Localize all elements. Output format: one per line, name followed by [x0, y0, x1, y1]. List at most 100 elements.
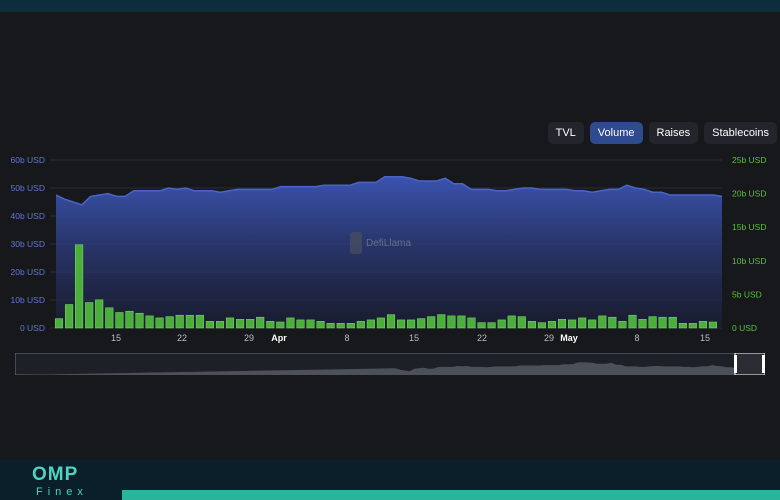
- volume-bar: [286, 317, 295, 329]
- x-tick-label: 22: [177, 333, 187, 343]
- volume-bar: [326, 323, 335, 329]
- y-left-tick-label: 30b USD: [11, 239, 46, 249]
- volume-bar: [316, 321, 325, 329]
- volume-bar: [85, 302, 94, 329]
- volume-bar: [447, 315, 456, 329]
- tab-stablecoins[interactable]: Stablecoins: [704, 122, 777, 144]
- brush-handle-left[interactable]: [734, 355, 737, 373]
- volume-bar: [457, 315, 466, 329]
- y-right-tick-label: 0 USD: [732, 323, 757, 333]
- brand-subtitle: Finex: [36, 486, 88, 498]
- volume-bar: [366, 319, 375, 329]
- volume-bar: [397, 319, 406, 329]
- volume-bar: [467, 317, 476, 329]
- llama-icon: [350, 232, 362, 254]
- chart-tabs: TVL Volume Raises Stablecoins: [547, 122, 777, 144]
- volume-bar: [708, 321, 717, 329]
- volume-bar: [195, 314, 204, 329]
- volume-bar: [215, 321, 225, 329]
- volume-bar: [225, 317, 235, 329]
- x-tick-label: Apr: [271, 333, 287, 343]
- y-left-tick-label: 10b USD: [11, 295, 46, 305]
- y-left-tick-label: 40b USD: [11, 211, 46, 221]
- y-right-tick-label: 5b USD: [732, 289, 762, 299]
- range-brush[interactable]: [15, 353, 765, 375]
- volume-bar: [598, 315, 607, 329]
- volume-bar: [175, 314, 184, 329]
- volume-bar: [407, 319, 416, 329]
- volume-bar: [578, 317, 587, 329]
- volume-bar: [125, 310, 134, 329]
- volume-bar: [517, 316, 526, 329]
- y-right-tick-label: 10b USD: [732, 256, 767, 266]
- x-tick-label: 15: [111, 333, 121, 343]
- volume-bar: [568, 319, 577, 329]
- volume-bar: [266, 321, 275, 329]
- volume-bar: [628, 314, 637, 329]
- volume-bar: [306, 319, 315, 329]
- volume-bar: [527, 321, 536, 329]
- volume-bar: [547, 321, 557, 329]
- volume-bar: [588, 319, 597, 329]
- volume-bar: [437, 314, 446, 329]
- brush-handle-right[interactable]: [762, 355, 765, 373]
- volume-bar: [668, 316, 677, 329]
- volume-bar: [236, 319, 245, 329]
- volume-bar: [276, 321, 285, 329]
- volume-bar: [477, 322, 486, 329]
- volume-bar: [75, 244, 84, 329]
- x-tick-label: 15: [700, 333, 710, 343]
- volume-bar: [135, 312, 144, 329]
- volume-bar: [95, 299, 104, 329]
- volume-bar: [246, 319, 255, 329]
- volume-bar: [205, 321, 214, 329]
- tab-raises[interactable]: Raises: [648, 122, 699, 144]
- volume-bar: [346, 323, 355, 329]
- y-right-tick-label: 15b USD: [732, 222, 767, 232]
- x-tick-label: 22: [477, 333, 487, 343]
- tab-tvl[interactable]: TVL: [547, 122, 584, 144]
- tab-volume[interactable]: Volume: [589, 122, 643, 144]
- volume-bar: [155, 317, 164, 329]
- volume-bar: [185, 314, 194, 329]
- x-tick-label: 29: [544, 333, 554, 343]
- watermark: DefiLlama: [350, 232, 411, 254]
- top-bar: [0, 0, 780, 12]
- volume-bar: [678, 323, 687, 329]
- x-tick-label: 15: [409, 333, 419, 343]
- volume-bar: [356, 321, 365, 329]
- volume-bar: [386, 314, 396, 329]
- x-tick-label: 29: [244, 333, 254, 343]
- volume-bar: [487, 322, 496, 329]
- volume-bar: [105, 307, 114, 329]
- volume-bar: [648, 316, 657, 329]
- volume-bar: [145, 315, 154, 329]
- y-left-tick-label: 20b USD: [11, 267, 46, 277]
- y-left-tick-label: 60b USD: [11, 155, 46, 165]
- volume-bar: [507, 315, 516, 329]
- y-right-tick-label: 20b USD: [732, 189, 767, 199]
- brush-selection[interactable]: [734, 353, 765, 375]
- volume-bar: [537, 322, 546, 329]
- y-right-tick-label: 25b USD: [732, 155, 767, 165]
- volume-bar: [165, 316, 174, 329]
- x-tick-label: 8: [344, 333, 349, 343]
- volume-bar: [638, 319, 647, 329]
- watermark-text: DefiLlama: [366, 237, 412, 249]
- x-tick-label: 8: [634, 333, 639, 343]
- footer-accent-strip: [122, 490, 780, 500]
- y-left-tick-label: 50b USD: [11, 183, 46, 193]
- volume-bar: [618, 321, 627, 329]
- volume-bar: [296, 319, 305, 329]
- volume-bar: [608, 316, 617, 329]
- volume-bar: [688, 323, 697, 329]
- volume-bar: [115, 312, 124, 329]
- brand-logo: OMP: [32, 464, 79, 485]
- volume-bar: [417, 318, 426, 329]
- volume-bar: [427, 316, 436, 329]
- volume-bar: [497, 319, 506, 329]
- x-tick-label: May: [560, 333, 578, 343]
- volume-bar: [376, 317, 385, 329]
- volume-bar: [65, 304, 74, 329]
- y-left-tick-label: 0 USD: [20, 323, 45, 333]
